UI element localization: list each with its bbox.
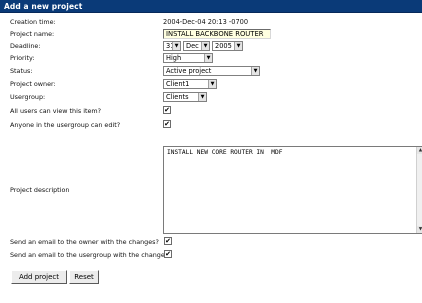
chevron-down-icon: ▼ xyxy=(204,54,212,62)
priority-value: High xyxy=(166,54,182,62)
checkmark-icon: ✔ xyxy=(165,250,171,258)
usergroup-select[interactable]: Clients ▼ xyxy=(163,92,207,102)
project-owner-select[interactable]: Client1 ▼ xyxy=(163,79,217,89)
priority-select[interactable]: High ▼ xyxy=(163,53,213,63)
email-owner-label: Send an email to the owner with the chan… xyxy=(10,238,159,246)
form-header: Add a new project xyxy=(0,0,422,13)
project-owner-value: Client1 xyxy=(166,80,190,88)
project-name-label: Project name: xyxy=(10,30,55,38)
deadline-year-select[interactable]: 2005 ▼ xyxy=(212,41,243,51)
email-owner-checkbox[interactable]: ✔ xyxy=(164,237,172,245)
add-project-button[interactable]: Add project xyxy=(11,270,67,284)
scroll-down-icon[interactable]: ▼ xyxy=(417,226,422,233)
chevron-down-icon: ▼ xyxy=(208,80,216,88)
project-name-input[interactable]: INSTALL BACKBONE ROUTER xyxy=(163,29,271,39)
chevron-down-icon: ▼ xyxy=(172,42,180,50)
project-description-textarea[interactable]: INSTALL NEW CORE ROUTER IN MDF ▲ ▼ xyxy=(163,146,422,234)
deadline-label: Deadline: xyxy=(10,42,41,50)
chevron-down-icon: ▼ xyxy=(251,67,259,75)
chevron-down-icon: ▼ xyxy=(198,93,206,101)
textarea-scrollbar[interactable]: ▲ ▼ xyxy=(416,147,422,233)
all-users-view-checkbox[interactable]: ✔ xyxy=(163,106,171,114)
form-title: Add a new project xyxy=(4,2,83,11)
email-usergroup-checkbox[interactable]: ✔ xyxy=(164,250,172,258)
project-description-text: INSTALL NEW CORE ROUTER IN MDF xyxy=(167,149,283,156)
priority-label: Priority: xyxy=(10,54,35,62)
chevron-down-icon: ▼ xyxy=(234,42,242,50)
usergroup-value: Clients xyxy=(166,93,189,101)
all-users-view-label: All users can view this item? xyxy=(10,107,102,115)
usergroup-label: Usergroup: xyxy=(10,93,46,101)
status-value: Active project xyxy=(166,67,212,75)
deadline-year-value: 2005 xyxy=(215,42,232,50)
checkmark-icon: ✔ xyxy=(164,120,170,128)
checkmark-icon: ✔ xyxy=(164,106,170,114)
checkmark-icon: ✔ xyxy=(165,237,171,245)
status-select[interactable]: Active project ▼ xyxy=(163,66,260,76)
reset-button[interactable]: Reset xyxy=(69,270,99,284)
project-owner-label: Project owner: xyxy=(10,80,56,88)
chevron-down-icon: ▼ xyxy=(201,42,209,50)
usergroup-edit-label: Anyone in the usergroup can edit? xyxy=(10,121,121,129)
scroll-up-icon[interactable]: ▲ xyxy=(417,147,422,154)
deadline-day-select[interactable]: 31 ▼ xyxy=(163,41,181,51)
creation-time-value: 2004-Dec-04 20:13 -0700 xyxy=(163,18,249,26)
deadline-month-value: Dec xyxy=(186,42,199,50)
email-usergroup-label: Send an email to the usergroup with the … xyxy=(10,251,172,259)
deadline-month-select[interactable]: Dec ▼ xyxy=(183,41,210,51)
status-label: Status: xyxy=(10,67,33,75)
creation-time-label: Creation time: xyxy=(10,18,56,26)
usergroup-edit-checkbox[interactable]: ✔ xyxy=(163,120,171,128)
project-description-label: Project description xyxy=(10,186,70,194)
